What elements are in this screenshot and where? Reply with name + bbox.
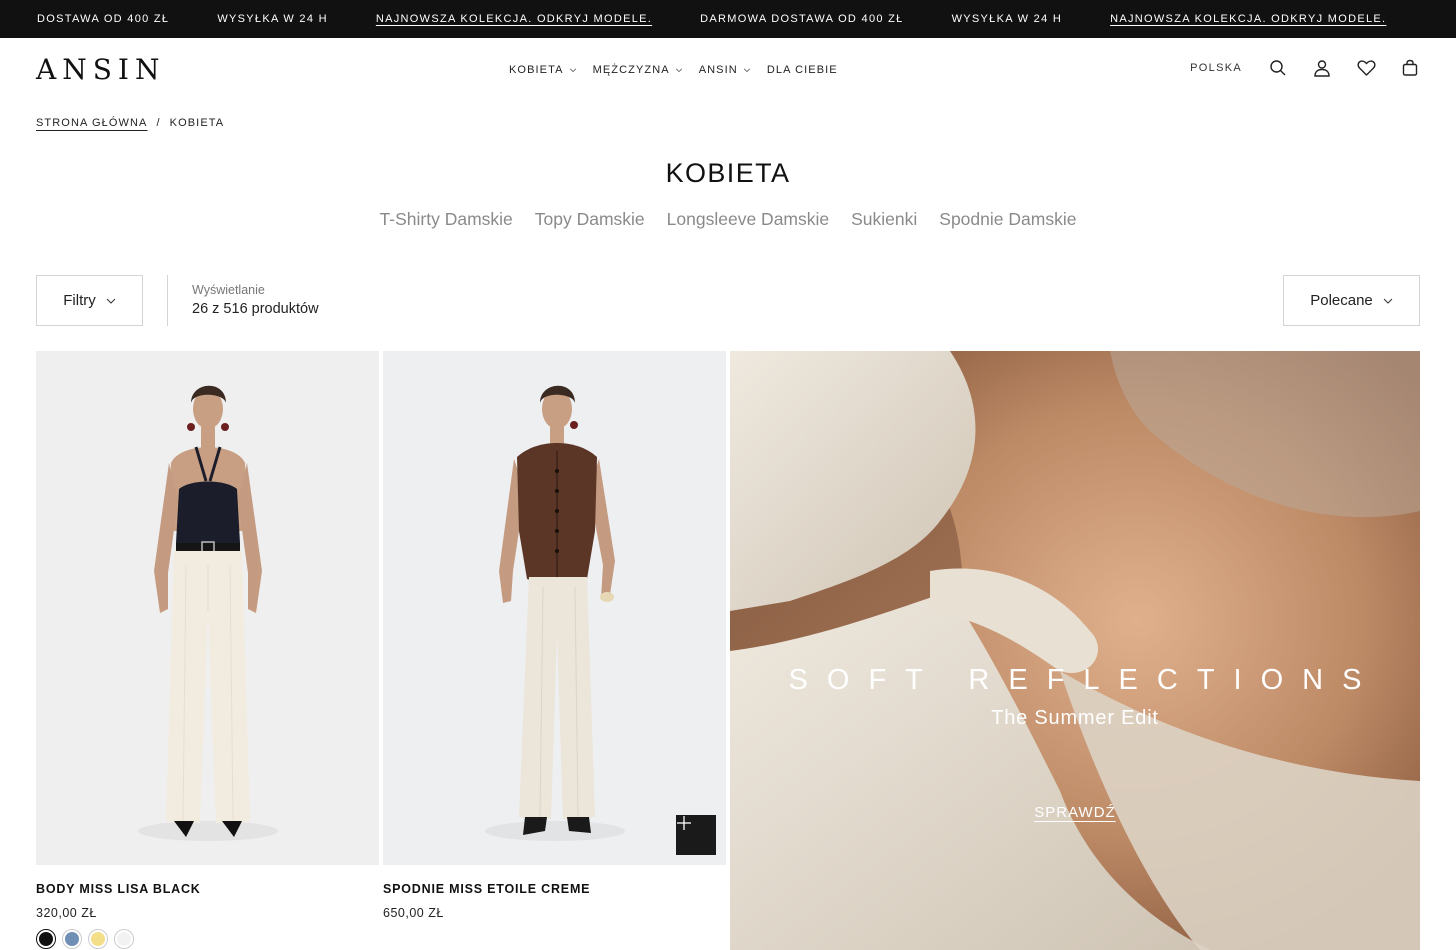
filter-button[interactable]: Filtry bbox=[36, 275, 143, 326]
subcategory-longsleeve[interactable]: Longsleeve Damskie bbox=[667, 209, 829, 230]
promo-banner[interactable]: SOFT REFLECTIONS The Summer Edit SPRAWDŹ bbox=[730, 351, 1420, 950]
announcement-item: WYSYŁKA W 24 H bbox=[951, 13, 1063, 25]
color-swatches bbox=[36, 929, 379, 949]
banner-cta: SPRAWDŹ bbox=[730, 804, 1420, 822]
breadcrumb-home[interactable]: STRONA GŁÓWNA bbox=[36, 117, 147, 129]
banner-title: SOFT REFLECTIONS bbox=[788, 664, 1381, 696]
breadcrumb: STRONA GŁÓWNA / KOBIETA bbox=[36, 117, 224, 129]
swatch-dot bbox=[65, 932, 79, 946]
banner-photo bbox=[730, 351, 1420, 950]
toolbar-divider bbox=[167, 275, 168, 326]
subcategory-sukienki[interactable]: Sukienki bbox=[851, 209, 917, 230]
nav-item-mezczyzna[interactable]: MĘŻCZYZNA bbox=[593, 64, 683, 76]
main-nav: KOBIETA MĘŻCZYZNA ANSIN DLA CIEBIE bbox=[509, 64, 854, 76]
account-icon[interactable] bbox=[1312, 58, 1332, 78]
announcement-bar: DOSTAWA OD 400 ZŁ WYSYŁKA W 24 H NAJNOWS… bbox=[0, 0, 1456, 38]
announcement-link[interactable]: NAJNOWSZA KOLEKCJA. ODKRYJ MODELE. bbox=[376, 13, 652, 25]
color-swatch-yellow[interactable] bbox=[88, 929, 108, 949]
product-photo bbox=[383, 351, 726, 865]
filter-button-label: Filtry bbox=[63, 292, 96, 309]
banner-subtitle: The Summer Edit bbox=[991, 707, 1159, 729]
site-header: ANSIN KOBIETA MĘŻCZYZNA ANSIN DLA CIEBIE… bbox=[0, 38, 1456, 104]
nav-item-label: KOBIETA bbox=[509, 64, 564, 76]
brand-logo[interactable]: ANSIN bbox=[36, 55, 165, 85]
nav-item-label: DLA CIEBIE bbox=[766, 64, 838, 76]
plus-icon bbox=[677, 816, 691, 830]
country-selector[interactable]: POLSKA bbox=[1190, 62, 1242, 74]
banner-cta-link[interactable]: SPRAWDŹ bbox=[1034, 804, 1115, 821]
sort-select[interactable]: Polecane bbox=[1283, 275, 1420, 326]
breadcrumb-current: KOBIETA bbox=[169, 117, 225, 129]
product-price: 650,00 ZŁ bbox=[383, 906, 444, 920]
subcategory-spodnie[interactable]: Spodnie Damskie bbox=[939, 209, 1076, 230]
nav-item-kobieta[interactable]: KOBIETA bbox=[509, 64, 577, 76]
cart-icon[interactable] bbox=[1400, 58, 1420, 78]
sort-select-label: Polecane bbox=[1310, 292, 1373, 309]
subcategory-tshirty[interactable]: T-Shirty Damskie bbox=[380, 209, 513, 230]
header-actions: POLSKA bbox=[1190, 58, 1420, 78]
swatch-dot bbox=[39, 932, 53, 946]
swatch-dot bbox=[91, 932, 105, 946]
product-card[interactable]: SPODNIE MISS ETOILE CREME 650,00 ZŁ bbox=[383, 351, 726, 920]
nav-item-label: ANSIN bbox=[698, 64, 738, 76]
product-image[interactable] bbox=[383, 351, 726, 865]
product-image[interactable] bbox=[36, 351, 379, 865]
product-name[interactable]: SPODNIE MISS ETOILE CREME bbox=[383, 882, 726, 896]
nav-item-dla-ciebie[interactable]: DLA CIEBIE bbox=[767, 64, 838, 76]
product-count: 26 z 516 produktów bbox=[192, 301, 319, 317]
display-label: Wyświetlanie bbox=[192, 283, 265, 297]
chevron-down-icon bbox=[106, 298, 116, 304]
breadcrumb-separator: / bbox=[156, 117, 161, 129]
nav-item-label: MĘŻCZYZNA bbox=[592, 64, 670, 76]
color-swatch-white[interactable] bbox=[114, 929, 134, 949]
announcement-track: DOSTAWA OD 400 ZŁ WYSYŁKA W 24 H NAJNOWS… bbox=[37, 0, 1434, 38]
chevron-down-icon bbox=[675, 68, 682, 73]
subcategory-topy[interactable]: Topy Damskie bbox=[535, 209, 645, 230]
subcategory-links: T-Shirty Damskie Topy Damskie Longsleeve… bbox=[0, 209, 1456, 230]
announcement-link[interactable]: NAJNOWSZA KOLEKCJA. ODKRYJ MODELE. bbox=[1110, 13, 1386, 25]
announcement-item: DOSTAWA OD 400 ZŁ bbox=[37, 13, 170, 25]
product-photo bbox=[36, 351, 379, 865]
search-icon[interactable] bbox=[1268, 58, 1288, 78]
chevron-down-icon bbox=[569, 68, 576, 73]
chevron-down-icon bbox=[743, 68, 750, 73]
product-card[interactable]: BODY MISS LISA BLACK 320,00 ZŁ bbox=[36, 351, 379, 949]
nav-item-ansin[interactable]: ANSIN bbox=[699, 64, 751, 76]
color-swatch-blue[interactable] bbox=[62, 929, 82, 949]
announcement-item: WYSYŁKA W 24 H bbox=[217, 13, 328, 25]
announcement-item: DARMOWA DOSTAWA OD 400 ZŁ bbox=[700, 13, 904, 25]
quick-add-button[interactable] bbox=[676, 815, 716, 855]
wishlist-icon[interactable] bbox=[1356, 58, 1376, 78]
chevron-down-icon bbox=[1383, 298, 1393, 304]
page-title: KOBIETA bbox=[665, 158, 791, 188]
product-price: 320,00 ZŁ bbox=[36, 906, 97, 920]
swatch-dot bbox=[117, 932, 131, 946]
product-name[interactable]: BODY MISS LISA BLACK bbox=[36, 882, 379, 896]
color-swatch-black[interactable] bbox=[36, 929, 56, 949]
